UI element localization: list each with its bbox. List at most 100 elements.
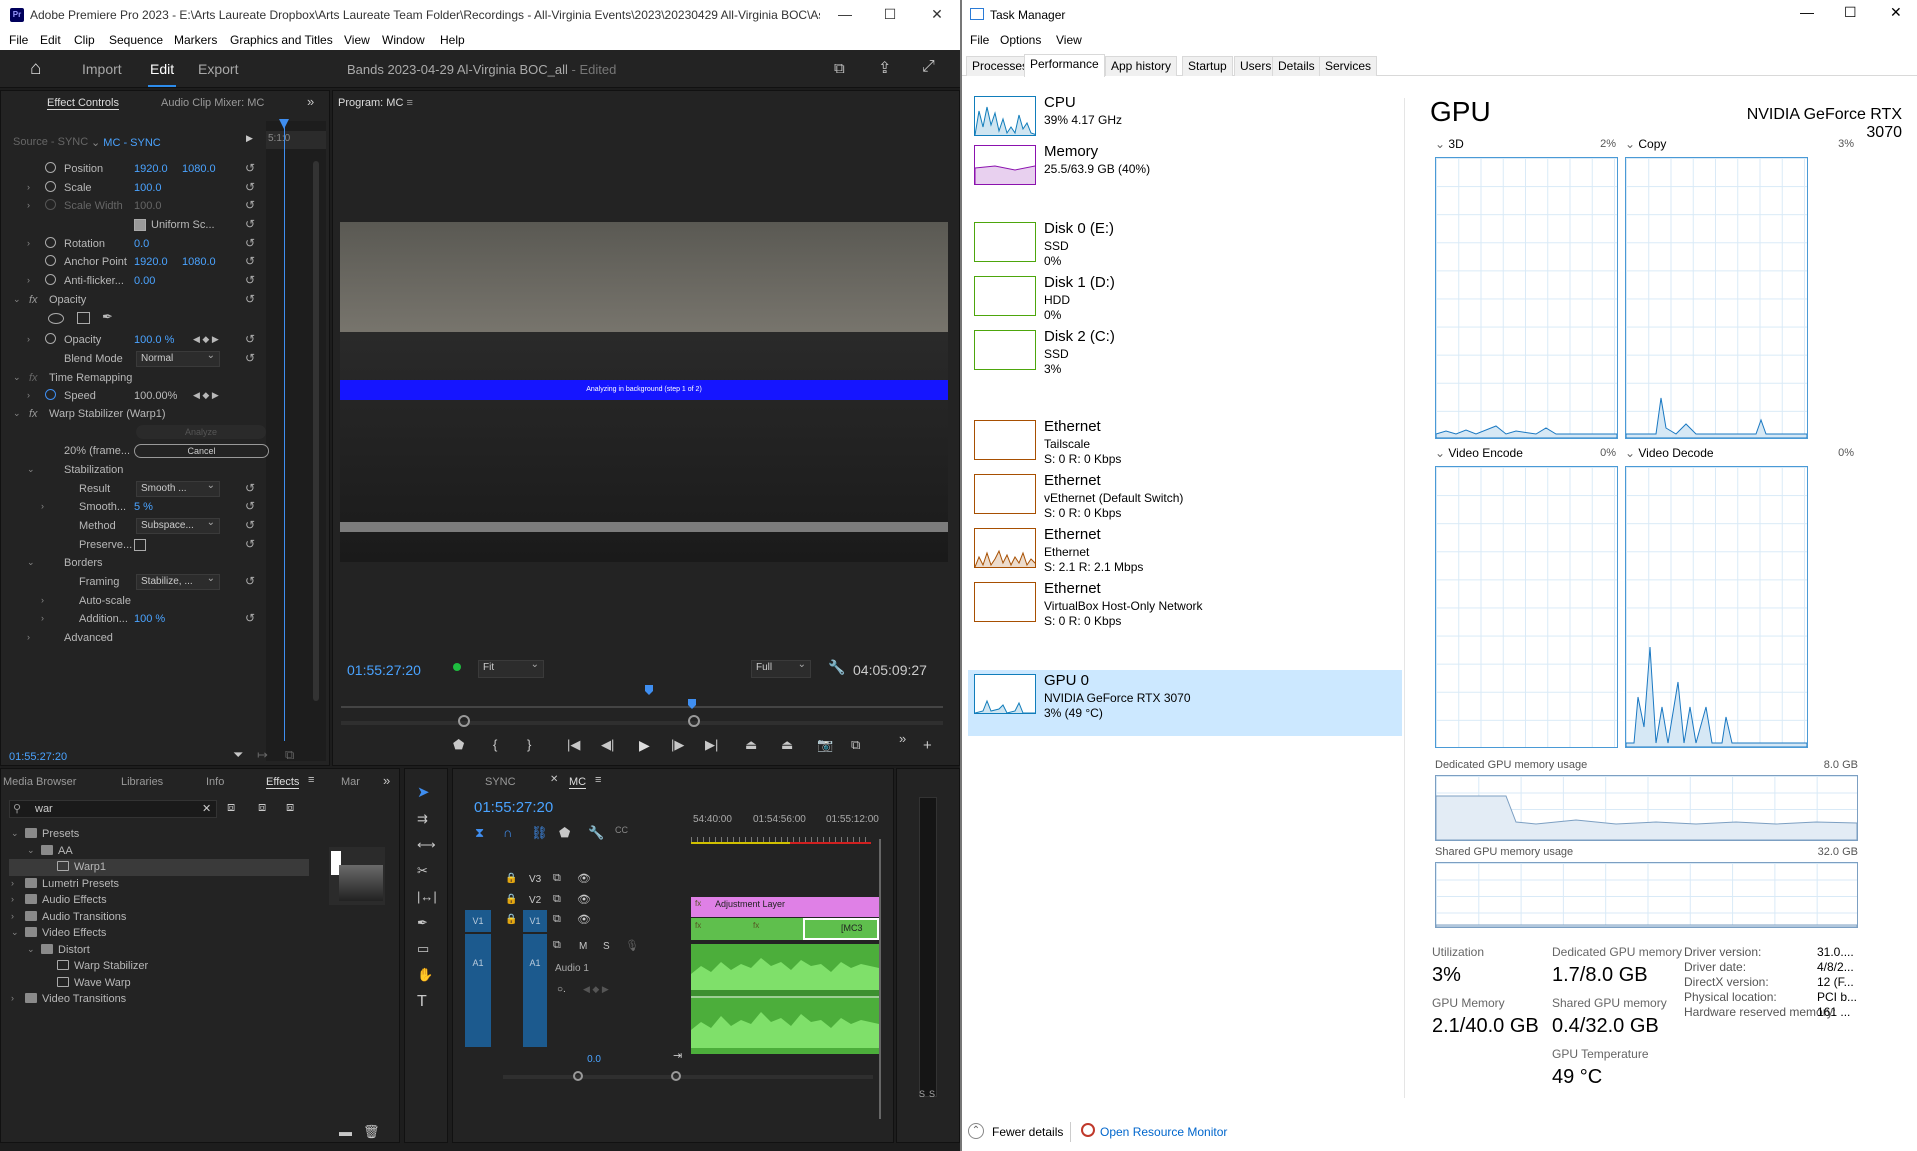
collapse-icon[interactable]: ⌄ bbox=[11, 828, 19, 839]
mark-out-icon[interactable]: } bbox=[527, 737, 531, 752]
adjustment-layer-clip[interactable]: Adjustment Layer bbox=[691, 897, 879, 917]
maximize-button[interactable]: ☐ bbox=[1844, 4, 1857, 21]
panel-overflow-icon[interactable]: » bbox=[307, 94, 314, 109]
effects-tree-item[interactable]: › Audio Effects bbox=[9, 892, 309, 909]
borders-row[interactable]: ⌄ Borders bbox=[1, 554, 271, 572]
resource-item[interactable]: GPU 0 NVIDIA GeForce RTX 3070 3% (49 °C) bbox=[968, 670, 1402, 736]
resource-item[interactable]: Memory 25.5/63.9 GB (40%) bbox=[968, 141, 1402, 207]
collapse-icon[interactable]: ⌄ bbox=[27, 845, 35, 856]
resource-item[interactable]: Disk 2 (C:) SSD 3% bbox=[968, 326, 1402, 392]
collapse-icon[interactable]: ⌄ bbox=[27, 557, 35, 568]
timeline-settings-icon[interactable]: 🔧 bbox=[588, 825, 604, 841]
speed-value[interactable]: 100.00% bbox=[134, 390, 177, 402]
menu-markers[interactable]: Markers bbox=[174, 33, 217, 47]
expand-icon[interactable]: › bbox=[41, 613, 44, 623]
warp-stabilizer-section[interactable]: ⌄ fx Warp Stabilizer (Warp1) bbox=[1, 405, 271, 423]
open-resource-monitor-link[interactable]: Open Resource Monitor bbox=[1100, 1125, 1227, 1139]
tab-users[interactable]: Users bbox=[1234, 56, 1278, 76]
add-marker-icon[interactable]: ⬟ bbox=[559, 825, 570, 841]
selected-mc-clip[interactable]: [MC3 bbox=[803, 918, 879, 940]
expand-icon[interactable]: › bbox=[27, 632, 30, 642]
expand-icon[interactable]: › bbox=[11, 878, 14, 888]
a1-audio-clip[interactable] bbox=[691, 944, 879, 1054]
lock-icon[interactable]: 🔒 bbox=[505, 894, 517, 905]
menu-file[interactable]: File bbox=[970, 33, 989, 47]
expand-icon[interactable]: › bbox=[11, 894, 14, 904]
menu-view[interactable]: View bbox=[344, 33, 370, 47]
nest-toggle-icon[interactable]: ⧗ bbox=[475, 825, 484, 841]
smoothness-value[interactable]: 5 % bbox=[134, 501, 153, 513]
step-back-icon[interactable]: ◀| bbox=[601, 737, 614, 753]
button-editor-icon[interactable]: + bbox=[923, 737, 932, 754]
tab-services[interactable]: Services bbox=[1319, 56, 1378, 76]
reset-icon[interactable]: ↺ bbox=[245, 217, 255, 231]
engine-3d-label[interactable]: ⌄ 3D bbox=[1435, 137, 1464, 151]
type-tool-icon[interactable]: T bbox=[417, 993, 427, 1011]
program-video-frame[interactable]: Analyzing in background (step 1 of 2) bbox=[340, 222, 948, 562]
effects-tree-item[interactable]: ⌄ Video Effects bbox=[9, 925, 309, 942]
reset-icon[interactable]: ↺ bbox=[245, 574, 255, 588]
stopwatch-icon[interactable] bbox=[45, 162, 56, 173]
reset-icon[interactable]: ↺ bbox=[245, 198, 255, 212]
opacity-section[interactable]: ⌄ fx Opacity ↺ bbox=[1, 291, 271, 309]
stopwatch-icon[interactable] bbox=[45, 389, 56, 400]
expand-icon[interactable]: › bbox=[27, 334, 30, 344]
opacity-value[interactable]: 100.0 % bbox=[134, 334, 174, 346]
effects-tree-item[interactable]: › Audio Transitions bbox=[9, 909, 309, 926]
32bit-effects-icon[interactable]: ⧈ bbox=[258, 799, 266, 815]
program-monitor-title[interactable]: Program: MC ≡ bbox=[338, 97, 413, 109]
keyframe-nav-icon[interactable]: ◀ ◆ ▶ bbox=[583, 984, 609, 995]
edit-tab[interactable]: Edit bbox=[147, 61, 177, 87]
scale-value[interactable]: 100.0 bbox=[134, 182, 162, 194]
stopwatch-icon[interactable] bbox=[45, 274, 56, 285]
minimize-button[interactable]: — bbox=[1800, 4, 1814, 20]
hand-tool-icon[interactable]: ✋ bbox=[417, 967, 433, 983]
menu-sequence[interactable]: Sequence bbox=[109, 33, 163, 47]
quick-export-icon[interactable]: ⧉ bbox=[834, 60, 845, 77]
effects-tree-item[interactable]: ⌄ Distort bbox=[9, 942, 309, 959]
expand-icon[interactable]: › bbox=[27, 182, 30, 192]
additional-scale-value[interactable]: 100 % bbox=[134, 613, 165, 625]
filter-icon[interactable]: ⏷ bbox=[233, 747, 243, 763]
mini-playhead-handle[interactable] bbox=[279, 119, 289, 129]
timeline-hscroll[interactable] bbox=[503, 1075, 873, 1079]
uniform-scale-checkbox[interactable] bbox=[134, 219, 146, 231]
clip-selector[interactable]: ⌄ MC - SYNC bbox=[91, 136, 161, 149]
reset-icon[interactable]: ↺ bbox=[245, 611, 255, 625]
collapse-icon[interactable]: ⌄ bbox=[13, 372, 21, 383]
sync-lock-icon[interactable]: ⧉ bbox=[553, 872, 561, 885]
extract-icon[interactable]: ⏏ bbox=[781, 737, 793, 753]
expand-icon[interactable]: › bbox=[11, 993, 14, 1003]
anti-flicker-value[interactable]: 0.00 bbox=[134, 275, 155, 287]
preserve-scale-checkbox[interactable] bbox=[134, 539, 146, 551]
tab-app-history[interactable]: App history bbox=[1105, 56, 1178, 76]
reset-icon[interactable]: ↺ bbox=[245, 292, 255, 306]
linked-selection-icon[interactable]: ⛓ bbox=[531, 825, 548, 841]
captions-icon[interactable]: CC bbox=[615, 825, 628, 835]
expand-icon[interactable]: › bbox=[11, 911, 14, 921]
solo-button[interactable]: S bbox=[603, 941, 610, 952]
effects-tree-item[interactable]: ⌄ Presets bbox=[9, 826, 309, 843]
effect-controls-tab[interactable]: Effect Controls bbox=[47, 97, 119, 110]
engine-copy-label[interactable]: ⌄ Copy bbox=[1625, 137, 1666, 151]
menu-graphics[interactable]: Graphics and Titles bbox=[230, 33, 333, 47]
collapse-icon[interactable]: ⌄ bbox=[27, 464, 35, 475]
pen-mask-icon[interactable]: ✒ bbox=[102, 309, 113, 325]
share-icon[interactable]: ⇪ bbox=[878, 58, 891, 78]
stopwatch-icon[interactable] bbox=[45, 237, 56, 248]
rect-mask-icon[interactable] bbox=[77, 312, 90, 324]
rotation-value[interactable]: 0.0 bbox=[134, 238, 149, 250]
tab-effects[interactable]: Effects bbox=[266, 776, 300, 789]
reset-icon[interactable]: ↺ bbox=[245, 351, 255, 365]
anchor-y[interactable]: 1080.0 bbox=[182, 256, 216, 268]
expand-icon[interactable]: › bbox=[27, 390, 30, 400]
stabilization-row[interactable]: ⌄ Stabilization bbox=[1, 461, 271, 479]
reset-icon[interactable]: ↺ bbox=[245, 180, 255, 194]
reset-icon[interactable]: ↺ bbox=[245, 236, 255, 250]
engine-encode-label[interactable]: ⌄ Video Encode bbox=[1435, 446, 1523, 460]
analyze-button[interactable]: Analyze bbox=[136, 425, 266, 439]
track-select-icon[interactable]: ⇉ bbox=[417, 811, 428, 827]
engine-decode-label[interactable]: ⌄ Video Decode bbox=[1625, 446, 1714, 460]
time-remapping-section[interactable]: ⌄ fx Time Remapping bbox=[1, 369, 271, 387]
menu-window[interactable]: Window bbox=[382, 33, 425, 47]
